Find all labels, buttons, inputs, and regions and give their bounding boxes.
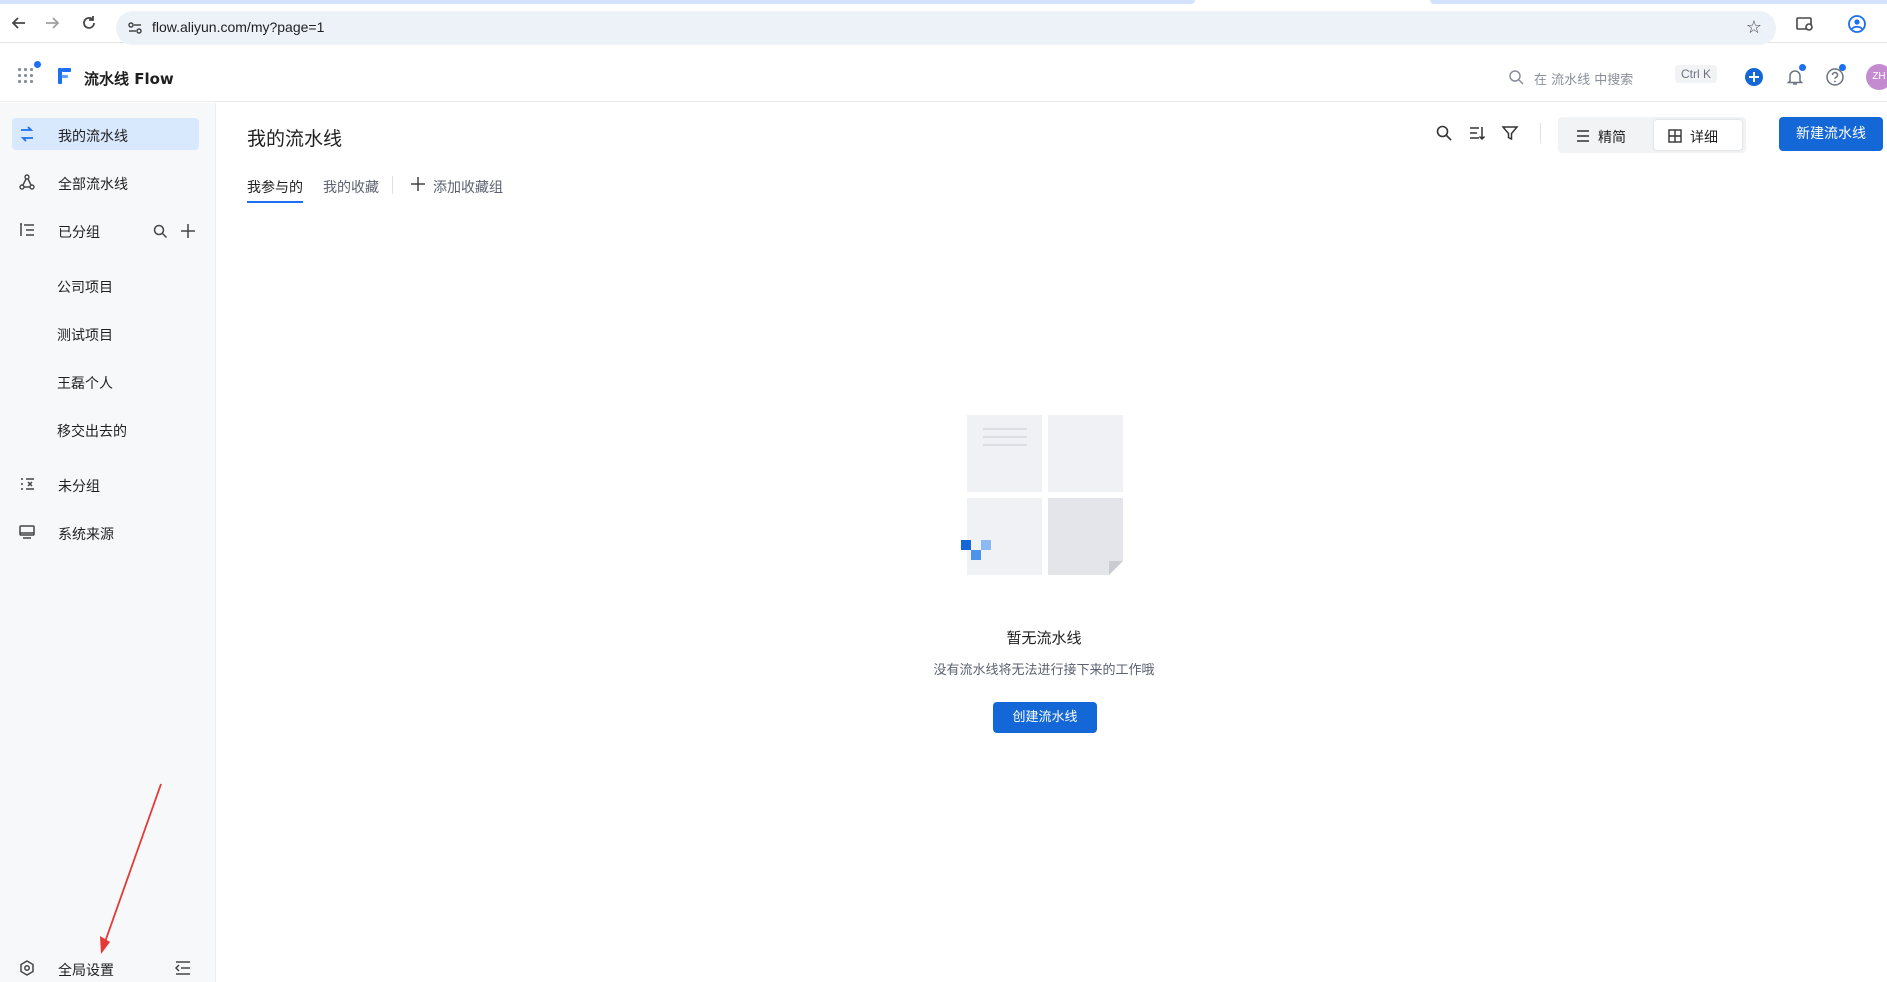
sidebar-item-grouped[interactable]: 已分组	[12, 214, 199, 246]
group-item[interactable]: 王磊个人	[57, 373, 113, 393]
site-settings-icon[interactable]	[126, 19, 144, 37]
active-tab-indicator	[247, 201, 303, 203]
group-item[interactable]: 公司项目	[57, 277, 113, 297]
avatar[interactable]: ZH	[1866, 64, 1887, 90]
new-pipeline-button[interactable]: 新建流水线	[1779, 117, 1883, 151]
browser-toolbar: flow.aliyun.com/my?page=1 ☆	[0, 0, 1887, 45]
tab-favorites[interactable]: 我的收藏	[323, 177, 379, 197]
monitor-icon	[18, 523, 36, 541]
sidebar-item-label: 未分组	[58, 479, 100, 495]
address-bar[interactable]: flow.aliyun.com/my?page=1 ☆	[116, 11, 1776, 45]
view-compact-option[interactable]: 精简	[1562, 120, 1650, 150]
shortcut-hint: Ctrl K	[1675, 65, 1717, 83]
search-placeholder[interactable]: 在 流水线 中搜索	[1534, 69, 1633, 88]
toolbar-divider	[1540, 123, 1541, 143]
sidebar-item-label: 已分组	[58, 225, 100, 241]
group-item[interactable]: 测试项目	[57, 325, 113, 345]
page-title: 我的流水线	[247, 128, 343, 150]
bell-icon[interactable]	[1785, 64, 1806, 87]
app-title[interactable]: 流水线 Flow	[84, 68, 174, 89]
sort-icon[interactable]	[1468, 124, 1486, 142]
collapse-sidebar-icon[interactable]	[174, 960, 192, 976]
url-text[interactable]: flow.aliyun.com/my?page=1	[152, 19, 324, 35]
create-pipeline-button[interactable]: 创建流水线	[993, 702, 1097, 733]
view-option-label: 详细	[1690, 130, 1718, 146]
ungrouped-icon	[18, 475, 36, 493]
settings-icon	[18, 959, 36, 977]
app-header: 流水线 Flow 在 流水线 中搜索 Ctrl K ZH	[0, 52, 1887, 102]
forward-icon[interactable]	[43, 14, 61, 32]
tab-strip	[0, 0, 1887, 4]
sidebar-item-system-source[interactable]: 系统来源	[12, 516, 199, 548]
app-grid-icon[interactable]	[18, 61, 41, 84]
group-item[interactable]: 移交出去的	[57, 421, 127, 441]
search-icon[interactable]	[1435, 124, 1453, 142]
profile-icon[interactable]	[1847, 14, 1867, 34]
pipeline-icon	[18, 125, 36, 143]
help-icon[interactable]	[1825, 64, 1846, 87]
view-mode-toggle: 精简 详细	[1558, 117, 1746, 153]
tab-divider	[392, 176, 393, 194]
group-search-icon[interactable]	[152, 223, 168, 239]
reload-icon[interactable]	[80, 14, 98, 32]
global-settings[interactable]: 全局设置	[12, 956, 199, 980]
sidebar-item-label: 系统来源	[58, 527, 114, 543]
filter-icon[interactable]	[1501, 124, 1519, 142]
notification-dot	[34, 61, 41, 68]
flow-logo-icon	[56, 66, 74, 86]
empty-state-title: 暂无流水线	[1006, 629, 1082, 647]
group-list-icon	[18, 221, 36, 239]
grid-view-icon	[1668, 128, 1682, 143]
settings-label: 全局设置	[58, 963, 114, 979]
sidebar-item-ungrouped[interactable]: 未分组	[12, 468, 199, 500]
back-icon[interactable]	[10, 14, 28, 32]
bookmark-star-icon[interactable]: ☆	[1746, 17, 1762, 38]
tab-participated[interactable]: 我参与的	[247, 177, 303, 197]
search-icon	[1508, 69, 1524, 89]
add-circle-icon[interactable]	[1744, 67, 1764, 87]
annotation-arrow	[95, 782, 165, 957]
view-option-label: 精简	[1598, 130, 1626, 146]
sidebar-item-label: 我的流水线	[58, 129, 128, 145]
empty-state-description: 没有流水线将无法进行接下来的工作哦	[933, 663, 1155, 678]
list-icon	[1576, 128, 1590, 142]
add-icon[interactable]	[410, 176, 426, 196]
nodes-icon	[18, 173, 36, 191]
sidebar-item-all-pipelines[interactable]: 全部流水线	[12, 166, 199, 198]
empty-illustration	[961, 415, 1127, 575]
view-detail-option[interactable]: 详细	[1654, 120, 1742, 150]
sidebar-item-my-pipelines[interactable]: 我的流水线	[12, 118, 199, 150]
tab-add-favorite-group[interactable]: 添加收藏组	[433, 177, 503, 197]
add-group-icon[interactable]	[180, 223, 196, 239]
sidebar-item-label: 全部流水线	[58, 177, 128, 193]
tab-search-icon[interactable]	[1795, 14, 1815, 34]
